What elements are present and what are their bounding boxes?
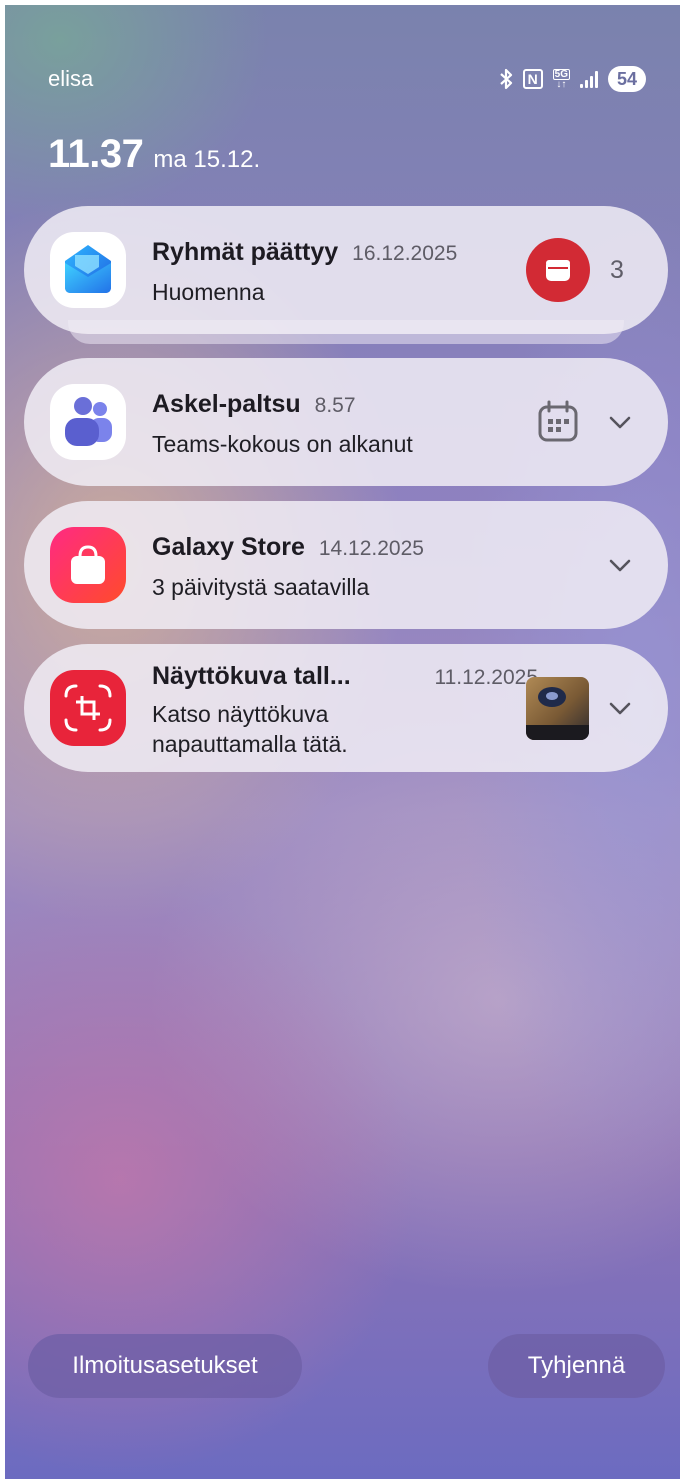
- notification-body: Katso näyttökuva napauttamalla tätä.: [152, 701, 348, 757]
- notification-title: Näyttökuva tall...: [152, 662, 351, 690]
- notification-texts: Ryhmät päättyy 16.12.2025 Huomenna: [152, 238, 518, 307]
- notification-body: 3 päivitystä saatavilla: [152, 574, 370, 600]
- notification-time: 16.12.2025: [352, 242, 458, 265]
- envelope-icon: [65, 245, 111, 293]
- signal-icon: [580, 70, 598, 88]
- notification-card[interactable]: Askel-paltsu 8.57 Teams-kokous on alkanu…: [24, 358, 668, 486]
- status-icons: N 5G ↓↑ 54: [499, 66, 646, 92]
- clear-all-button[interactable]: Tyhjennä: [488, 1334, 665, 1398]
- notification-card[interactable]: Näyttökuva tall... 11.12.2025 Katso näyt…: [24, 644, 668, 772]
- carrier-name: elisa: [48, 66, 94, 91]
- clock: 11.37: [48, 132, 144, 176]
- notification-card[interactable]: Galaxy Store 14.12.2025 3 päivitystä saa…: [24, 501, 668, 629]
- calendar-app-badge-icon: [526, 238, 590, 302]
- shopping-bag-icon: [71, 545, 105, 584]
- screenshot-crop-icon: [64, 684, 112, 732]
- notification-count: 3: [610, 256, 624, 284]
- battery-badge: 54: [608, 66, 646, 92]
- network-5g-icon: 5G ↓↑: [552, 69, 570, 90]
- notification-title: Galaxy Store: [152, 533, 305, 561]
- lockscreen-notification-shade: elisa N 5G ↓↑ 54 11.37 ma 15.12. Ryhmät …: [0, 0, 680, 1479]
- app-icon-galaxy-store: [50, 527, 126, 603]
- calendar-icon: [538, 400, 578, 442]
- nfc-icon: N: [522, 69, 543, 89]
- notification-time: 11.12.2025: [434, 666, 538, 689]
- app-icon-screenshot: [50, 670, 126, 746]
- notification-card[interactable]: Ryhmät päättyy 16.12.2025 Huomenna 3: [24, 206, 668, 334]
- bluetooth-icon: [499, 68, 512, 90]
- chevron-down-icon[interactable]: [606, 551, 634, 579]
- notification-texts: Galaxy Store 14.12.2025 3 päivitystä saa…: [152, 533, 518, 602]
- screenshot-thumbnail[interactable]: [526, 677, 589, 740]
- teams-icon: [65, 397, 112, 446]
- app-icon-calendar-mail: [50, 232, 126, 308]
- notification-time: 8.57: [314, 394, 356, 417]
- chevron-down-icon[interactable]: [606, 694, 634, 722]
- notification-title: Ryhmät päättyy: [152, 238, 339, 266]
- notification-body: Teams-kokous on alkanut: [152, 431, 413, 457]
- notification-texts: Näyttökuva tall... 11.12.2025 Katso näyt…: [152, 662, 538, 759]
- date: ma 15.12.: [153, 146, 261, 173]
- chevron-down-icon[interactable]: [606, 408, 634, 436]
- notification-settings-button[interactable]: Ilmoitusasetukset: [28, 1334, 302, 1398]
- notification-texts: Askel-paltsu 8.57 Teams-kokous on alkanu…: [152, 390, 518, 459]
- notification-title: Askel-paltsu: [152, 390, 301, 418]
- app-icon-teams: [50, 384, 126, 460]
- lockscreen-datetime: 11.37 ma 15.12.: [48, 132, 260, 177]
- notification-body: Huomenna: [152, 279, 265, 305]
- status-bar: elisa N 5G ↓↑ 54: [48, 64, 646, 94]
- notification-time: 14.12.2025: [318, 537, 424, 560]
